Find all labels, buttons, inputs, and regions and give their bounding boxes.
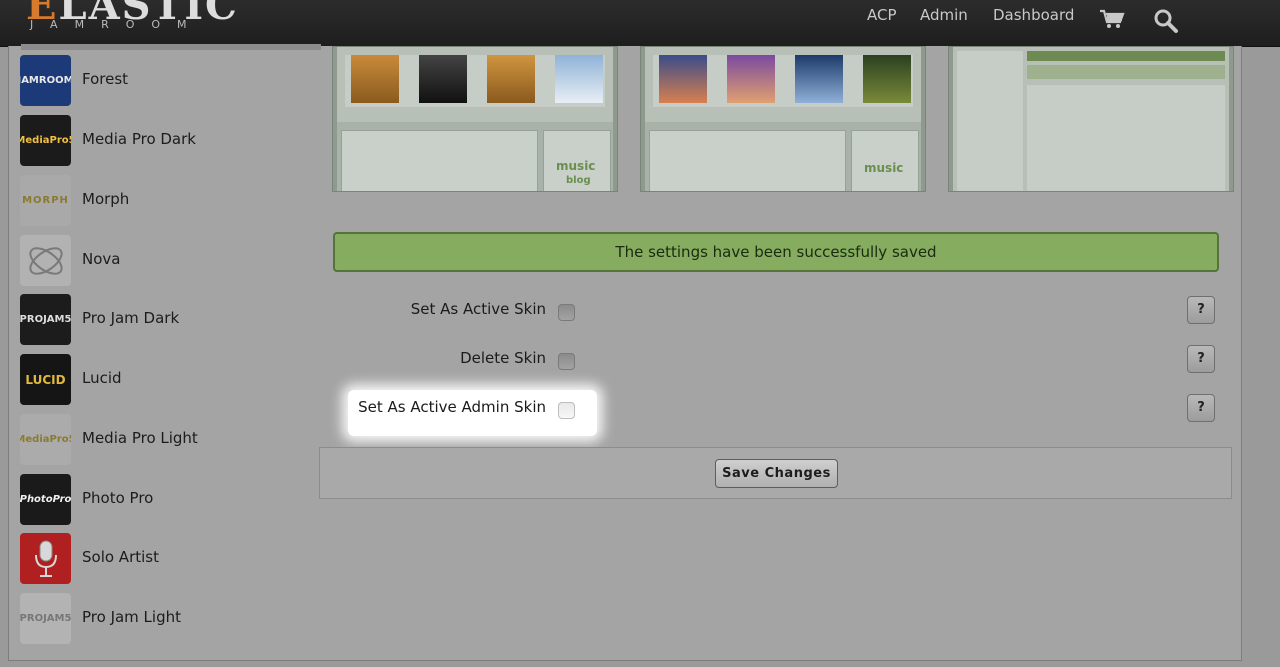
skin-thumbnail: MediaPro5: [20, 115, 71, 166]
sidebar-item-nova[interactable]: Nova: [20, 235, 300, 287]
set-active-skin-row: Set As Active Skin ?: [320, 296, 1220, 326]
sidebar-item-label: Morph: [82, 190, 130, 208]
sidebar-item-label: Forest: [82, 70, 129, 88]
set-active-admin-skin-label: Set As Active Admin Skin: [358, 398, 546, 416]
sidebar-item-pro-jam-light[interactable]: PROJAM5 Pro Jam Light: [20, 593, 300, 645]
skin-thumbnail: [20, 533, 71, 584]
sidebar-item-label: Pro Jam Dark: [82, 309, 180, 327]
skin-thumbnail: MORPH: [20, 175, 71, 226]
logo-subtitle: JAMROOM: [30, 18, 204, 31]
top-header: ELASTIC JAMROOM ACP Admin Dashboard: [0, 0, 1280, 47]
preview-image: [727, 55, 775, 103]
sidebar-item-media-pro-dark[interactable]: MediaPro5 Media Pro Dark: [20, 115, 300, 167]
microphone-icon: [34, 540, 57, 577]
delete-skin-checkbox[interactable]: [558, 353, 575, 370]
preview-image: [351, 55, 399, 103]
set-active-skin-label: Set As Active Skin: [410, 300, 546, 318]
skin-thumbnail: PROJAM5: [20, 294, 71, 345]
delete-skin-label: Delete Skin: [460, 349, 546, 367]
skin-preview-screenshot[interactable]: music: [640, 46, 926, 192]
save-changes-button[interactable]: Save Changes: [715, 459, 838, 488]
skin-thumbnail: JAMROOM: [20, 55, 71, 106]
delete-skin-row: Delete Skin ?: [320, 345, 1220, 375]
sidebar-item-label: Lucid: [82, 369, 122, 387]
nav-dashboard-link[interactable]: Dashboard: [993, 6, 1074, 24]
help-button[interactable]: ?: [1187, 394, 1215, 422]
cart-icon[interactable]: [1099, 8, 1125, 34]
set-active-skin-checkbox[interactable]: [558, 304, 575, 321]
preview-image: [419, 55, 467, 103]
sidebar-item-lucid[interactable]: LUCID Lucid: [20, 354, 300, 406]
skin-thumbnail: [20, 235, 71, 286]
preview-image: [659, 55, 707, 103]
nav-acp-link[interactable]: ACP: [867, 6, 897, 24]
skin-thumbnail: LUCID: [20, 354, 71, 405]
success-message: The settings have been successfully save…: [333, 232, 1219, 272]
search-icon[interactable]: [1153, 8, 1179, 38]
sidebar-top-strip: [21, 44, 321, 50]
sidebar-item-label: Nova: [82, 250, 121, 268]
skin-preview-screenshot[interactable]: [948, 46, 1234, 192]
help-button[interactable]: ?: [1187, 345, 1215, 373]
preview-image: [555, 55, 603, 103]
preview-image: [863, 55, 911, 103]
skin-thumbnail: MediaPro5: [20, 414, 71, 465]
form-save-bar: Save Changes: [319, 447, 1232, 499]
skin-preview-screenshot[interactable]: music blog: [332, 46, 618, 192]
skin-thumbnail: PhotoPro: [20, 474, 71, 525]
sidebar-item-morph[interactable]: MORPH Morph: [20, 175, 300, 227]
set-active-admin-skin-checkbox[interactable]: [558, 402, 575, 419]
sidebar-item-forest[interactable]: JAMROOM Forest: [20, 55, 300, 107]
set-active-admin-skin-row: Set As Active Admin Skin ?: [320, 394, 1220, 424]
skin-sidebar: JAMROOM Forest MediaPro5 Media Pro Dark …: [9, 44, 321, 660]
nova-logo-icon: [28, 246, 63, 275]
help-button[interactable]: ?: [1187, 296, 1215, 324]
sidebar-item-pro-jam-dark[interactable]: PROJAM5 Pro Jam Dark: [20, 294, 300, 346]
top-nav: ACP Admin Dashboard: [860, 0, 1280, 46]
nav-admin-link[interactable]: Admin: [920, 6, 968, 24]
preview-image: [795, 55, 843, 103]
sidebar-item-label: Photo Pro: [82, 489, 154, 507]
sidebar-item-label: Pro Jam Light: [82, 608, 181, 626]
preview-image: [487, 55, 535, 103]
sidebar-item-label: Media Pro Light: [82, 429, 198, 447]
sidebar-item-photo-pro[interactable]: PhotoPro Photo Pro: [20, 474, 300, 526]
skin-preview-strip: music blog music: [332, 46, 1234, 192]
site-logo[interactable]: ELASTIC JAMROOM: [26, 0, 237, 40]
sidebar-item-solo-artist[interactable]: Solo Artist: [20, 533, 300, 585]
sidebar-item-media-pro-light[interactable]: MediaPro5 Media Pro Light: [20, 414, 300, 466]
sidebar-item-label: Solo Artist: [82, 548, 159, 566]
sidebar-item-label: Media Pro Dark: [82, 130, 196, 148]
skin-thumbnail: PROJAM5: [20, 593, 71, 644]
